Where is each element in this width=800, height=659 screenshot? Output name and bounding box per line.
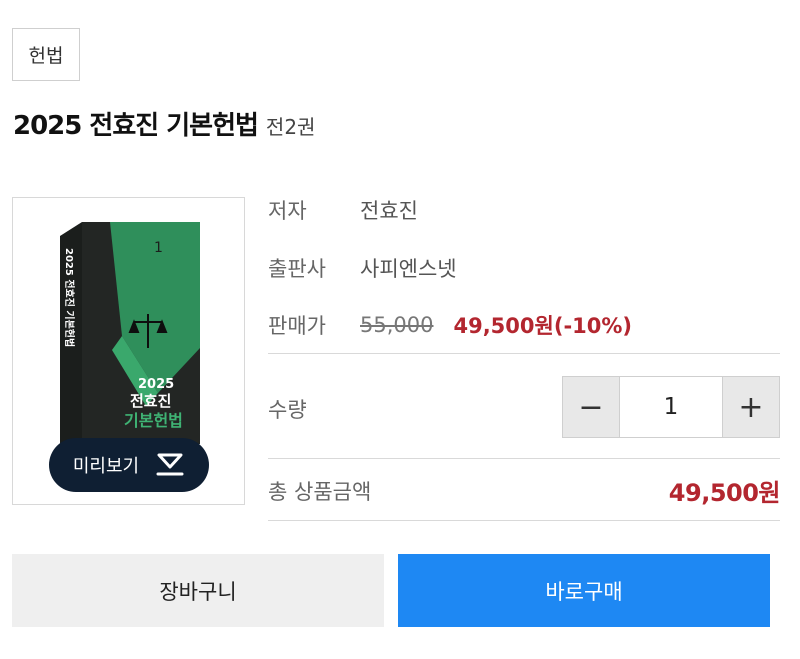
minus-icon: − (578, 389, 604, 425)
publisher-value: 사피엔스넷 (360, 257, 457, 281)
total-value: 49,500원 (668, 479, 781, 507)
book-front-title: 기본헌법 (124, 411, 183, 430)
preview-label: 미리보기 (72, 456, 140, 477)
product-volume: 전2권 (265, 115, 316, 139)
author-row: 저자 전효진 (268, 195, 418, 225)
cart-label: 장바구니 (159, 579, 237, 604)
quantity-label: 수량 (268, 398, 307, 422)
author-value: 전효진 (360, 199, 418, 223)
plus-icon: + (738, 389, 764, 425)
publisher-label: 출판사 (268, 257, 326, 281)
category-tag[interactable]: 헌법 (12, 28, 80, 81)
book-front-author: 전효진 (130, 392, 171, 410)
download-icon (156, 453, 184, 476)
price-label: 판매가 (268, 314, 326, 338)
price-row: 판매가 55,000 49,500원(-10%) (268, 310, 632, 340)
sale-price: 49,500원(-10%) (453, 314, 633, 338)
increase-button[interactable]: + (723, 377, 779, 437)
product-title-row: 2025 전효진 기본헌법 전2권 (13, 105, 315, 142)
book-cover-panel: 1 2025 전효진 기본헌법 2025 전효진 기본헌법 미리보기 (12, 197, 245, 505)
decrease-button[interactable]: − (563, 377, 619, 437)
book-spine-text: 2025 전효진 기본헌법 (63, 248, 76, 347)
book-volume-number: 1 (154, 240, 163, 256)
divider (268, 520, 780, 521)
divider (268, 353, 780, 354)
original-price: 55,000 (360, 313, 434, 337)
preview-button[interactable]: 미리보기 (49, 438, 209, 492)
publisher-row: 출판사 사피엔스넷 (268, 253, 457, 283)
buy-now-button[interactable]: 바로구매 (398, 554, 770, 627)
total-label: 총 상품금액 (268, 480, 372, 504)
buy-label: 바로구매 (545, 579, 623, 604)
book-front-year: 2025 (138, 377, 174, 392)
add-to-cart-button[interactable]: 장바구니 (12, 554, 384, 627)
quantity-stepper: − 1 + (562, 376, 780, 438)
quantity-value[interactable]: 1 (619, 377, 723, 437)
product-title: 2025 전효진 기본헌법 (13, 111, 259, 141)
author-label: 저자 (268, 199, 307, 223)
divider (268, 458, 780, 459)
book-cover-image: 1 2025 전효진 기본헌법 2025 전효진 기본헌법 (60, 222, 200, 448)
